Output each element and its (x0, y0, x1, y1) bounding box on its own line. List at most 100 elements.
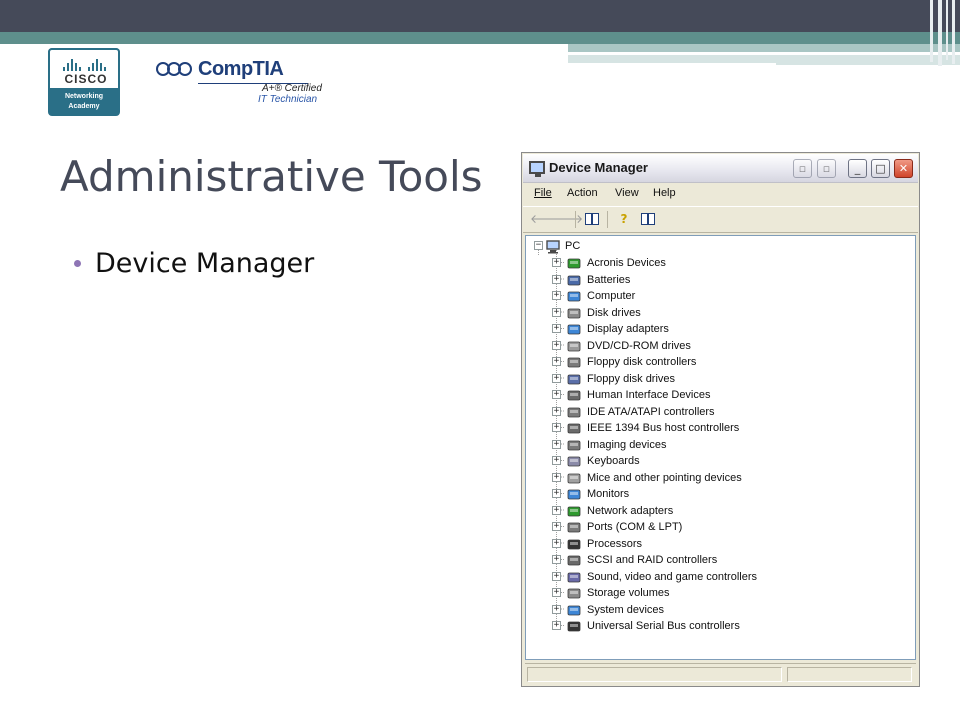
tree-expander[interactable]: + (552, 274, 561, 284)
tree-expander[interactable]: + (552, 472, 561, 482)
tree-expander[interactable]: + (552, 456, 561, 465)
display-icon (566, 322, 582, 336)
tree-expander[interactable]: + (552, 522, 561, 531)
tree-item-label[interactable]: Human Interface Devices (587, 387, 711, 403)
banner-teal-lower-band (568, 55, 960, 63)
tree-expander[interactable]: + (552, 621, 561, 630)
tree-expander[interactable]: + (552, 258, 561, 267)
port-icon (566, 520, 582, 534)
menu-view[interactable]: View (615, 187, 639, 199)
tree-expander[interactable]: + (552, 538, 561, 548)
tree-item-label[interactable]: Floppy disk drives (587, 371, 675, 387)
root-expander[interactable]: − (534, 241, 543, 250)
tree-item-label[interactable]: Monitors (587, 486, 629, 502)
device-manager-window: Device Manager ▫ ▫ _ □ ✕ File Action Vie… (521, 152, 920, 687)
battery-icon (566, 273, 582, 287)
cisco-subtitle-line-2: Academy (68, 103, 100, 110)
comptia-certified-text: A+® Certified (262, 83, 322, 94)
help-pane-icon[interactable] (641, 213, 655, 225)
tree-expander[interactable]: + (552, 291, 561, 300)
storage-icon (566, 586, 582, 600)
banner-deco-bar (952, 0, 955, 64)
maximize-button[interactable]: □ (871, 159, 890, 178)
tree-item-label[interactable]: Mice and other pointing devices (587, 470, 742, 486)
bullet-text: Device Manager (95, 248, 315, 279)
banner-teal-band (0, 32, 960, 44)
properties-icon[interactable]: ? (616, 211, 632, 227)
tree-item-label[interactable]: Display adapters (587, 321, 669, 337)
minimize-button[interactable]: _ (848, 159, 867, 178)
tree-expander[interactable]: + (552, 357, 561, 366)
tree-item-label[interactable]: Sound, video and game controllers (587, 569, 757, 585)
cisco-bars-icon (63, 57, 109, 71)
cisco-logo-top: CISCO (48, 48, 120, 90)
status-bar (525, 663, 916, 684)
keyboard-icon (566, 454, 582, 468)
tree-item-label[interactable]: Acronis Devices (587, 255, 666, 271)
menu-help[interactable]: Help (653, 187, 676, 199)
pc-icon (546, 239, 562, 254)
tree-expander[interactable]: + (552, 307, 561, 317)
usb-icon (566, 619, 582, 633)
forward-arrow-icon[interactable]: 🡒 (551, 211, 583, 227)
tree-item-label[interactable]: IDE ATA/ATAPI controllers (587, 404, 715, 420)
menu-action[interactable]: Action (567, 187, 598, 199)
comptia-technician-text: IT Technician (258, 94, 318, 105)
window-titlebar[interactable]: Device Manager ▫ ▫ _ □ ✕ (523, 154, 918, 183)
toolbar-separator (607, 211, 608, 228)
floppy-icon (566, 372, 582, 386)
menu-bar: File Action View Help (523, 183, 918, 205)
tree-root-label[interactable]: PC (565, 238, 580, 254)
tree-expander[interactable]: + (552, 406, 561, 416)
tree-expander[interactable]: + (552, 423, 561, 432)
tree-item-label[interactable]: Batteries (587, 272, 630, 288)
tree-expander[interactable]: + (552, 588, 561, 597)
slide-title: Administrative Tools (60, 152, 483, 201)
tree-expander[interactable]: + (552, 439, 561, 449)
tree-expander[interactable]: + (552, 489, 561, 498)
tree-item-label[interactable]: Disk drives (587, 305, 641, 321)
monitor-icon (566, 487, 582, 501)
tree-item-label[interactable]: SCSI and RAID controllers (587, 552, 717, 568)
banner-teal-light-band (568, 44, 960, 52)
back-arrow-icon[interactable]: 🡐 (530, 211, 562, 227)
banner-teal-lower-band-2 (776, 63, 960, 65)
tree-expander[interactable]: + (552, 340, 561, 350)
tree-expander[interactable]: + (552, 373, 561, 383)
tree-item-label[interactable]: Network adapters (587, 503, 673, 519)
tree-item-label[interactable]: Ports (COM & LPT) (587, 519, 682, 535)
restore-ghost-button: ▫ (793, 159, 812, 178)
tree-expander[interactable]: + (552, 604, 561, 614)
tree-expander[interactable]: + (552, 324, 561, 333)
disk-drive-icon (566, 306, 582, 320)
tree-item-label[interactable]: System devices (587, 602, 664, 618)
tree-expander[interactable]: + (552, 571, 561, 581)
tree-item-label[interactable]: Floppy disk controllers (587, 354, 696, 370)
menu-file[interactable]: File (534, 187, 552, 199)
tree-item-label[interactable]: Imaging devices (587, 437, 667, 453)
tree-item-label[interactable]: Computer (587, 288, 635, 304)
sound-icon (566, 570, 582, 584)
comptia-wordmark: CompTIA (198, 58, 284, 80)
tree-item-label[interactable]: Keyboards (587, 453, 640, 469)
toolbar: 🡐 🡒 ? (523, 206, 918, 233)
tree-item-label[interactable]: DVD/CD-ROM drives (587, 338, 691, 354)
tree-item-label[interactable]: Universal Serial Bus controllers (587, 618, 740, 634)
tree-expander[interactable]: + (552, 390, 561, 399)
tree-expander[interactable]: + (552, 505, 561, 515)
banner-dark-band (0, 0, 960, 32)
camera-icon (566, 438, 582, 452)
tree-item-label[interactable]: Processors (587, 536, 642, 552)
close-button[interactable]: ✕ (894, 159, 913, 178)
processor-icon (566, 537, 582, 551)
tree-item-label[interactable]: Storage volumes (587, 585, 670, 601)
restore-ghost-button-2: ▫ (817, 159, 836, 178)
status-cell (527, 667, 782, 682)
ide-icon (566, 405, 582, 419)
network-icon (566, 504, 582, 518)
tree-item-label[interactable]: IEEE 1394 Bus host controllers (587, 420, 739, 436)
tree-expander[interactable]: + (552, 555, 561, 564)
device-tree[interactable]: − PC + Acronis Devices + Batteries + Computer… (525, 235, 916, 660)
cisco-subtitle-line-1: Networking (64, 93, 104, 100)
show-hide-tree-icon[interactable] (585, 213, 599, 225)
